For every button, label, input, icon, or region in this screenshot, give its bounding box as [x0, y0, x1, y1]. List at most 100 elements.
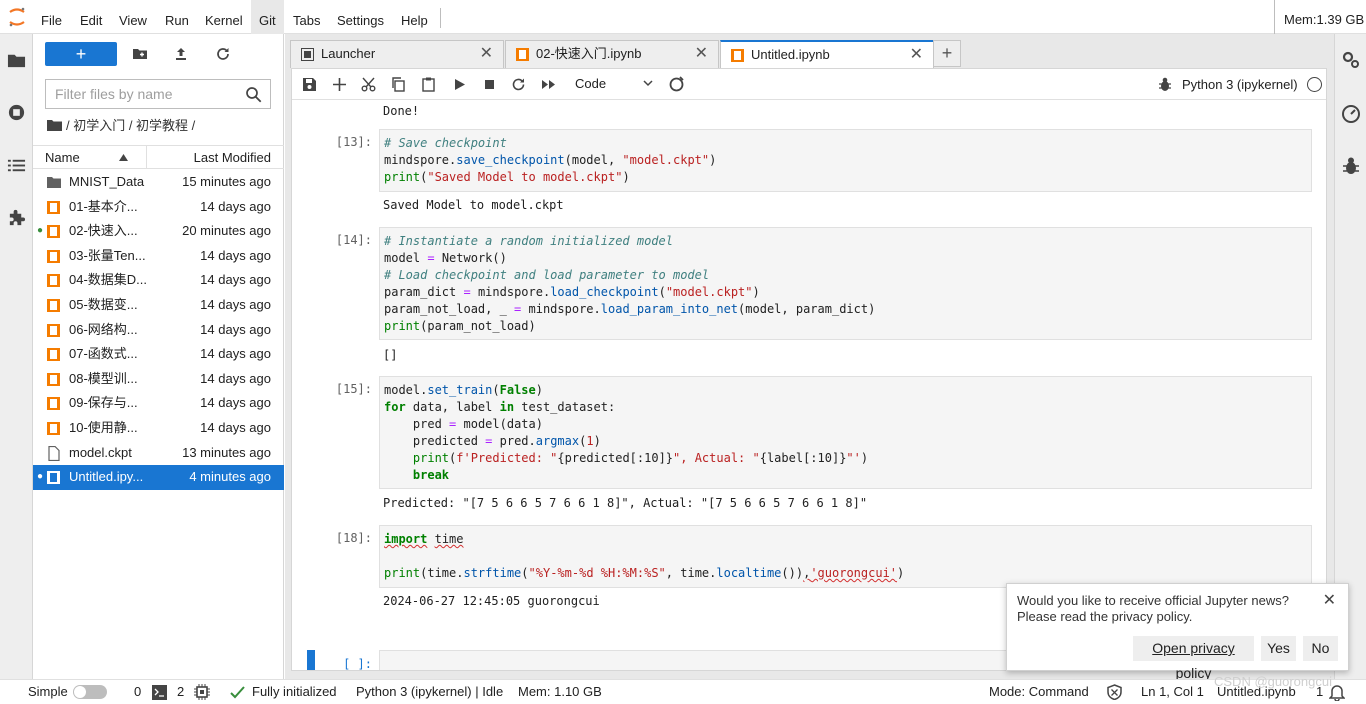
command-mode: Mode: Command: [989, 684, 1089, 699]
breadcrumb: / 初学入门 / 初学教程 /: [47, 116, 195, 136]
stop-icon[interactable]: [482, 77, 497, 92]
file-list-item[interactable]: 03-张量Ten... 14 days ago: [33, 244, 284, 269]
cut-icon[interactable]: [361, 77, 376, 92]
file-list-item[interactable]: ● Untitled.ipy... 4 minutes ago: [33, 465, 284, 490]
no-button[interactable]: No: [1303, 636, 1338, 661]
tab-quickstart[interactable]: 02-快速入门.ipynb ✕: [505, 40, 719, 68]
filter-files-field[interactable]: [45, 79, 271, 109]
add-tab-button[interactable]: +: [933, 40, 961, 67]
cursor-position[interactable]: Ln 1, Col 1: [1141, 680, 1204, 704]
file-list-item[interactable]: 05-数据变... 14 days ago: [33, 293, 284, 318]
git-status[interactable]: Fully initialized: [252, 680, 337, 704]
extension-icon[interactable]: [7, 208, 26, 227]
copy-icon[interactable]: [391, 77, 406, 92]
paste-icon[interactable]: [421, 77, 436, 92]
close-icon[interactable]: ✕: [480, 41, 493, 67]
restart-icon[interactable]: [511, 77, 526, 92]
terminal-icon[interactable]: [152, 685, 167, 700]
running-indicator-icon: ●: [37, 225, 44, 237]
column-divider[interactable]: [146, 146, 147, 169]
menu-help[interactable]: Help: [401, 0, 428, 34]
kernel-name[interactable]: Python 3 (ipykernel): [1182, 69, 1298, 100]
breadcrumb-path[interactable]: / 初学入门 / 初学教程 /: [66, 118, 195, 133]
file-name: 04-数据集D...: [69, 272, 148, 288]
simple-mode-toggle[interactable]: [73, 685, 107, 699]
menu-settings[interactable]: Settings: [337, 0, 384, 34]
code-cell-input[interactable]: model.set_train(False) for data, label i…: [379, 376, 1312, 489]
run-icon[interactable]: [452, 77, 467, 92]
new-launcher-button[interactable]: +: [45, 42, 117, 66]
close-icon[interactable]: ✕: [1323, 590, 1336, 610]
menu-run[interactable]: Run: [165, 0, 189, 34]
git-diff-icon[interactable]: [668, 76, 685, 93]
code-cell-input[interactable]: import time print(time.strftime("%Y-%m-%…: [379, 525, 1312, 588]
code-cell-input[interactable]: # Instantiate a random initialized model…: [379, 227, 1312, 340]
filter-files-input[interactable]: [46, 80, 236, 108]
file-list-header: Name Last Modified: [33, 145, 284, 169]
resource-gauge-icon[interactable]: [1341, 104, 1361, 124]
save-icon[interactable]: [302, 77, 317, 92]
kernel-status-icon: [1307, 77, 1322, 92]
file-modified: 14 days ago: [200, 247, 271, 263]
column-modified-header[interactable]: Last Modified: [194, 146, 271, 169]
yes-button[interactable]: Yes: [1261, 636, 1296, 661]
kernel-chip-icon[interactable]: [194, 684, 210, 700]
add-cell-icon[interactable]: [332, 77, 347, 92]
folder-icon: [47, 177, 61, 188]
file-list-item[interactable]: 08-模型训... 14 days ago: [33, 367, 284, 392]
toggle-knob: [74, 686, 86, 698]
terminal-count[interactable]: 0: [134, 680, 141, 704]
toc-icon[interactable]: [7, 156, 26, 175]
file-modified: 14 days ago: [200, 198, 271, 214]
debugger-icon[interactable]: [1158, 77, 1172, 92]
property-inspector-icon[interactable]: [1341, 50, 1361, 70]
menu-git[interactable]: Git: [251, 0, 284, 34]
open-privacy-policy-button[interactable]: Open privacy policy: [1133, 636, 1254, 681]
menu-kernel[interactable]: Kernel: [205, 0, 243, 34]
file-list-item[interactable]: 01-基本介... 14 days ago: [33, 195, 284, 220]
menu-view[interactable]: View: [119, 0, 147, 34]
folder-icon[interactable]: [47, 120, 62, 131]
file-list-item[interactable]: model.ckpt 13 minutes ago: [33, 441, 284, 466]
debugger-icon[interactable]: [1341, 156, 1361, 176]
code-text[interactable]: model.set_train(False) for data, label i…: [384, 382, 868, 484]
code-text[interactable]: # Instantiate a random initialized model…: [384, 233, 875, 335]
kernel-status[interactable]: Python 3 (ipykernel) | Idle: [356, 680, 503, 704]
shield-icon[interactable]: [1107, 684, 1122, 700]
menu-edit[interactable]: Edit: [80, 0, 102, 34]
file-modified: 4 minutes ago: [189, 469, 271, 485]
file-list-item[interactable]: 06-网络构... 14 days ago: [33, 318, 284, 343]
new-folder-icon[interactable]: [132, 46, 148, 62]
notebook-icon: [47, 323, 60, 337]
cell-type-select[interactable]: Code: [575, 74, 653, 94]
fast-forward-icon[interactable]: [541, 77, 556, 92]
tab-label: Untitled.ipynb: [751, 47, 830, 62]
refresh-icon[interactable]: [215, 46, 231, 62]
column-name-header[interactable]: Name: [45, 146, 80, 169]
file-list-item[interactable]: 09-保存与... 14 days ago: [33, 391, 284, 416]
menu-tabs[interactable]: Tabs: [293, 0, 320, 34]
file-list-item[interactable]: 07-函数式... 14 days ago: [33, 342, 284, 367]
code-text[interactable]: # Save checkpoint mindspore.save_checkpo…: [384, 135, 716, 186]
git-check-icon[interactable]: [230, 685, 246, 700]
file-name: 03-张量Ten...: [69, 247, 146, 263]
file-browser: + / 初学入门 / 初学教程 / Name Last Modified MNI…: [33, 34, 284, 679]
code-text[interactable]: import time print(time.strftime("%Y-%m-%…: [384, 531, 904, 582]
file-list-item[interactable]: 04-数据集D... 14 days ago: [33, 268, 284, 293]
notebook-icon: [47, 274, 60, 288]
upload-icon[interactable]: [173, 46, 189, 62]
file-list-item[interactable]: MNIST_Data 15 minutes ago: [33, 170, 284, 195]
close-icon[interactable]: ✕: [695, 41, 708, 67]
close-icon[interactable]: ✕: [910, 42, 923, 68]
file-list-item[interactable]: ● 02-快速入... 20 minutes ago: [33, 219, 284, 244]
menu-file[interactable]: File: [41, 0, 62, 34]
running-icon[interactable]: [7, 103, 26, 122]
file-list-item[interactable]: 10-使用静... 14 days ago: [33, 416, 284, 441]
notebook-icon: [47, 421, 60, 435]
tab-launcher[interactable]: Launcher ✕: [290, 40, 504, 68]
folder-icon[interactable]: [7, 51, 26, 70]
sort-ascending-icon[interactable]: [119, 154, 128, 161]
tab-untitled[interactable]: Untitled.ipynb ✕: [720, 40, 934, 69]
kernel-count[interactable]: 2: [177, 680, 184, 704]
code-cell-input[interactable]: # Save checkpoint mindspore.save_checkpo…: [379, 129, 1312, 192]
